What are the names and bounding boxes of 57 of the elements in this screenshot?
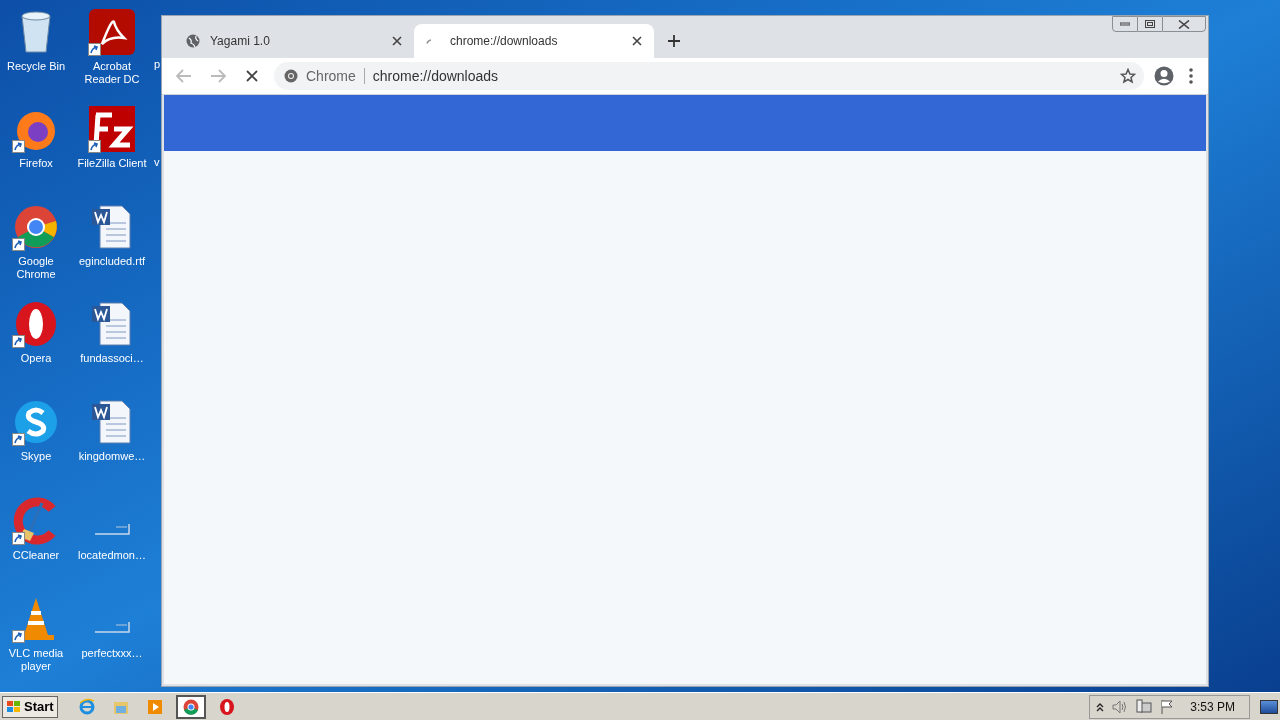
acrobat-logo-icon [88,8,136,56]
taskbar-app-button[interactable] [175,694,206,719]
tab-title: Yagami 1.0 [210,33,271,50]
chrome-logo-icon [181,697,200,716]
blank-file-icon [94,523,130,535]
windows-logo-icon [6,699,22,714]
icon-label[interactable]: perfectxxx… [80,647,144,660]
tab-title: chrome://downloads [450,33,559,50]
icon-label[interactable]: fundassoci… [79,352,145,365]
internet-explorer-icon [77,697,96,716]
close-icon[interactable] [392,36,402,46]
icon-label[interactable]: FileZilla Client [76,157,148,170]
close-icon[interactable] [632,36,642,46]
blank-file-icon [94,621,130,633]
icon-label[interactable]: VLC media player [0,647,74,673]
chrome-logo-icon [12,203,60,251]
icon-label[interactable]: Google Chrome [0,255,74,281]
browser-tab[interactable]: chrome://downloads [414,24,654,58]
back-arrow-icon [176,69,192,83]
start-button[interactable]: Start [2,695,58,718]
address-bar[interactable]: Chrome chrome://downloads [274,62,1144,90]
star-icon[interactable] [1120,68,1136,84]
icon-label[interactable]: Skype [19,450,53,463]
close-icon [1178,19,1190,29]
skype-logo-icon [12,398,60,446]
url-text: chrome://downloads [372,66,500,86]
show-desktop-button[interactable] [1260,699,1278,714]
chevron-up-icon[interactable] [1096,701,1105,712]
close-icon [246,70,258,82]
site-label: Chrome [306,66,356,86]
forward-arrow-icon [210,69,226,83]
chrome-logo-icon [284,69,298,83]
maximize-button[interactable] [1138,16,1162,32]
icon-label[interactable]: locatedmon… [77,549,147,562]
new-tab-plus-icon[interactable] [668,35,680,47]
opera-logo-icon [217,697,236,716]
icon-label: v [154,156,160,169]
icon-label[interactable]: Recycle Bin [5,60,67,73]
maximize-icon [1145,20,1155,28]
icon-label[interactable]: Firefox [18,157,54,170]
clock: 3:53 PM [1190,698,1235,716]
network-icon[interactable] [1136,698,1153,715]
icon-label[interactable]: Acrobat Reader DC [74,60,150,86]
icon-label[interactable]: Opera [19,352,53,365]
flag-icon[interactable] [1160,698,1175,715]
loading-spinner-icon [426,38,432,44]
icon-label: p [154,58,161,71]
minimize-icon [1120,22,1130,26]
media-player-icon [145,697,164,716]
speaker-icon[interactable] [1112,699,1129,714]
close-button[interactable] [1162,16,1206,32]
icon-label[interactable]: egincluded.rtf [77,255,146,268]
filezilla-logo-icon [88,105,136,153]
icon-label[interactable]: kingdomwe… [77,450,147,463]
profile-icon[interactable] [1154,66,1174,86]
globe-icon [186,34,200,48]
icon-label[interactable]: CCleaner [11,549,61,562]
